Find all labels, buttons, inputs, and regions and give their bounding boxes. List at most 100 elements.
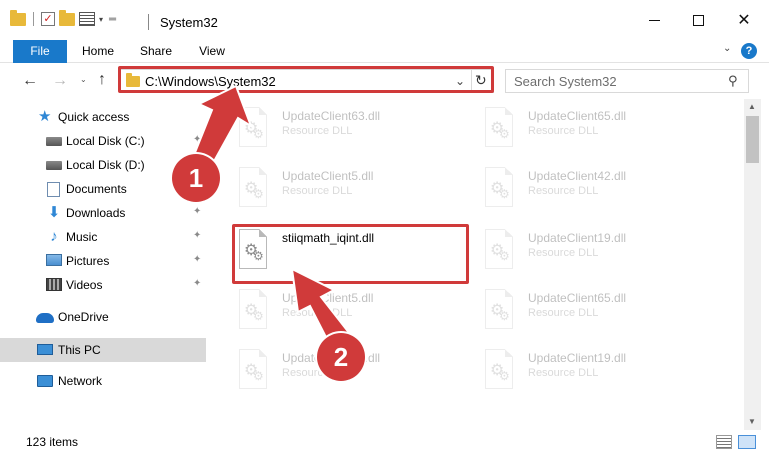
up-arrow-icon[interactable]: ↑ (98, 71, 106, 89)
videos-icon (46, 278, 62, 291)
disk-icon (46, 161, 62, 170)
search-icon[interactable]: ⚲ (728, 73, 738, 89)
tab-share[interactable]: Share (134, 40, 178, 63)
scrollbar-thumb[interactable] (746, 116, 759, 163)
details-view-icon[interactable] (716, 435, 732, 449)
file-name: UpdateClient19.dll (528, 351, 627, 365)
star-icon: ★ (38, 108, 52, 125)
dll-file-icon: ⚙ ⚙ (236, 289, 270, 331)
file-item[interactable]: ⚙⚙ UpdateClient65.dll Resource DLL (478, 285, 718, 337)
pin-icon[interactable]: ✦ (193, 207, 203, 217)
sidebar-item-label: Quick access (58, 110, 130, 124)
file-item[interactable]: ⚙⚙ UpdateClient65.dll Resource DLL (478, 103, 718, 155)
scroll-up-icon[interactable]: ▲ (748, 102, 756, 111)
file-type: Resource DLL (528, 247, 599, 259)
properties-check-icon[interactable]: ✓ (41, 12, 55, 26)
sidebar-item-label: Videos (66, 278, 103, 292)
file-name: UpdateClient65.dll (528, 291, 627, 305)
dll-file-icon: ⚙ ⚙ (482, 289, 516, 331)
back-arrow-icon[interactable]: ← (22, 72, 38, 90)
sidebar-item-label: Network (58, 374, 103, 388)
file-name: UpdateClient5.dll (282, 291, 374, 305)
close-button[interactable]: ✕ (721, 0, 767, 40)
expand-ribbon-icon[interactable]: ⌄ (723, 43, 731, 54)
dll-file-icon: ⚙ ⚙ (236, 349, 270, 391)
toolbar-divider (33, 12, 34, 26)
file-type: Resource DLL (528, 367, 599, 379)
search-box[interactable]: Search System32 ⚲ (505, 69, 749, 93)
sidebar-item-label: Local Disk (C:) (66, 134, 145, 148)
forward-arrow-icon[interactable]: → (52, 72, 68, 90)
pin-icon[interactable]: ✦ (193, 135, 203, 145)
dll-file-icon: ⚙ ⚙ (236, 107, 270, 149)
sidebar-item-music[interactable]: ♪ Music ✦ (0, 225, 206, 249)
cloud-icon (36, 313, 54, 323)
tab-file[interactable]: File (13, 40, 67, 63)
file-item[interactable]: ⚙ ⚙ UpdateClient63.dll Resource DLL (232, 103, 472, 155)
sidebar-item-label: This PC (58, 343, 101, 357)
file-item[interactable]: ⚙ ⚙ UpdateClient5.dll Resource DLL (232, 163, 472, 215)
pin-icon[interactable]: ✦ (193, 255, 203, 265)
target-file-highlight (232, 224, 469, 284)
pin-icon[interactable]: ✦ (193, 231, 203, 241)
document-icon (47, 182, 60, 197)
minimize-button[interactable] (631, 0, 677, 40)
new-folder-icon[interactable] (59, 9, 75, 26)
ribbon-tabs: File Home Share View ⌄ ? (0, 40, 769, 63)
customize-toolbar-icon[interactable]: ═ (109, 14, 116, 25)
maximize-button[interactable] (675, 0, 721, 40)
file-type: Resource DLL (282, 185, 353, 197)
sidebar-item-onedrive[interactable]: OneDrive (0, 305, 206, 329)
pictures-icon (46, 254, 62, 266)
sidebar-item-this-pc[interactable]: This PC (0, 338, 206, 362)
quick-access-toolbar: ✓ ▾ ═ (10, 9, 116, 26)
disk-icon (46, 137, 62, 146)
dll-file-icon: ⚙ ⚙ (482, 349, 516, 391)
sidebar-item-downloads[interactable]: ⬇ Downloads ✦ (0, 201, 206, 225)
sidebar-item-videos[interactable]: Videos ✦ (0, 273, 206, 297)
download-icon: ⬇ (47, 204, 61, 221)
vertical-scrollbar[interactable]: ▲ ▼ (744, 99, 761, 430)
file-type: Resource DLL (282, 307, 353, 319)
scroll-down-icon[interactable]: ▼ (748, 417, 756, 426)
music-icon: ♪ (50, 228, 58, 245)
file-item[interactable]: ⚙ ⚙ UpdateClient19.dll Resource DLL (478, 225, 718, 277)
dll-file-icon: ⚙ ⚙ (482, 107, 516, 149)
sidebar-item-quick-access[interactable]: ★ Quick access (0, 105, 206, 129)
sidebar-item-pictures[interactable]: Pictures ✦ (0, 249, 206, 273)
tab-view[interactable]: View (190, 40, 234, 63)
search-input[interactable]: Search System32 (514, 74, 617, 89)
tab-home[interactable]: Home (74, 40, 122, 63)
file-name: UpdateClient19.dll (528, 231, 627, 245)
maximize-icon (692, 14, 704, 26)
file-name: UpdateClient42.dll (528, 169, 627, 183)
sidebar-item-local-disk-c[interactable]: Local Disk (C:) ✦ (0, 129, 206, 153)
step-1-badge: 1 (172, 154, 220, 202)
sidebar-item-network[interactable]: Network (0, 369, 206, 393)
recent-locations-icon[interactable]: ⌄ (80, 75, 87, 84)
help-icon[interactable]: ? (741, 43, 757, 59)
file-type: Resource DLL (528, 307, 599, 319)
address-bar-highlight (118, 66, 494, 93)
file-name: UpdateClient5.dll (282, 169, 374, 183)
pin-icon[interactable]: ✦ (193, 279, 203, 289)
file-name: UpdateClient63.dll (282, 109, 381, 123)
file-name: UpdateClient65.dll (528, 109, 627, 123)
properties-icon[interactable] (79, 12, 95, 26)
folder-icon[interactable] (10, 9, 26, 26)
file-type: Resource DLL (528, 185, 599, 197)
file-type: Resource DLL (528, 125, 599, 137)
chevron-down-icon[interactable]: ▾ (99, 15, 103, 24)
window-title: System32 (160, 15, 218, 30)
sidebar-item-label: Downloads (66, 206, 126, 220)
step-2-badge: 2 (317, 333, 365, 381)
dll-file-icon: ⚙ ⚙ (236, 167, 270, 209)
minimize-icon (648, 19, 660, 21)
sidebar-item-label: OneDrive (58, 310, 109, 324)
large-icons-view-icon[interactable] (738, 435, 756, 449)
file-item[interactable]: ⚙ ⚙ UpdateClient42.dll Resource DLL (478, 163, 718, 215)
file-item[interactable]: ⚙ ⚙ UpdateClient5.dll Resource DLL (232, 285, 472, 337)
file-item[interactable]: ⚙ ⚙ UpdateClient19.dll Resource DLL (478, 345, 718, 397)
item-count: 123 items (26, 435, 79, 449)
computer-icon (37, 344, 53, 355)
